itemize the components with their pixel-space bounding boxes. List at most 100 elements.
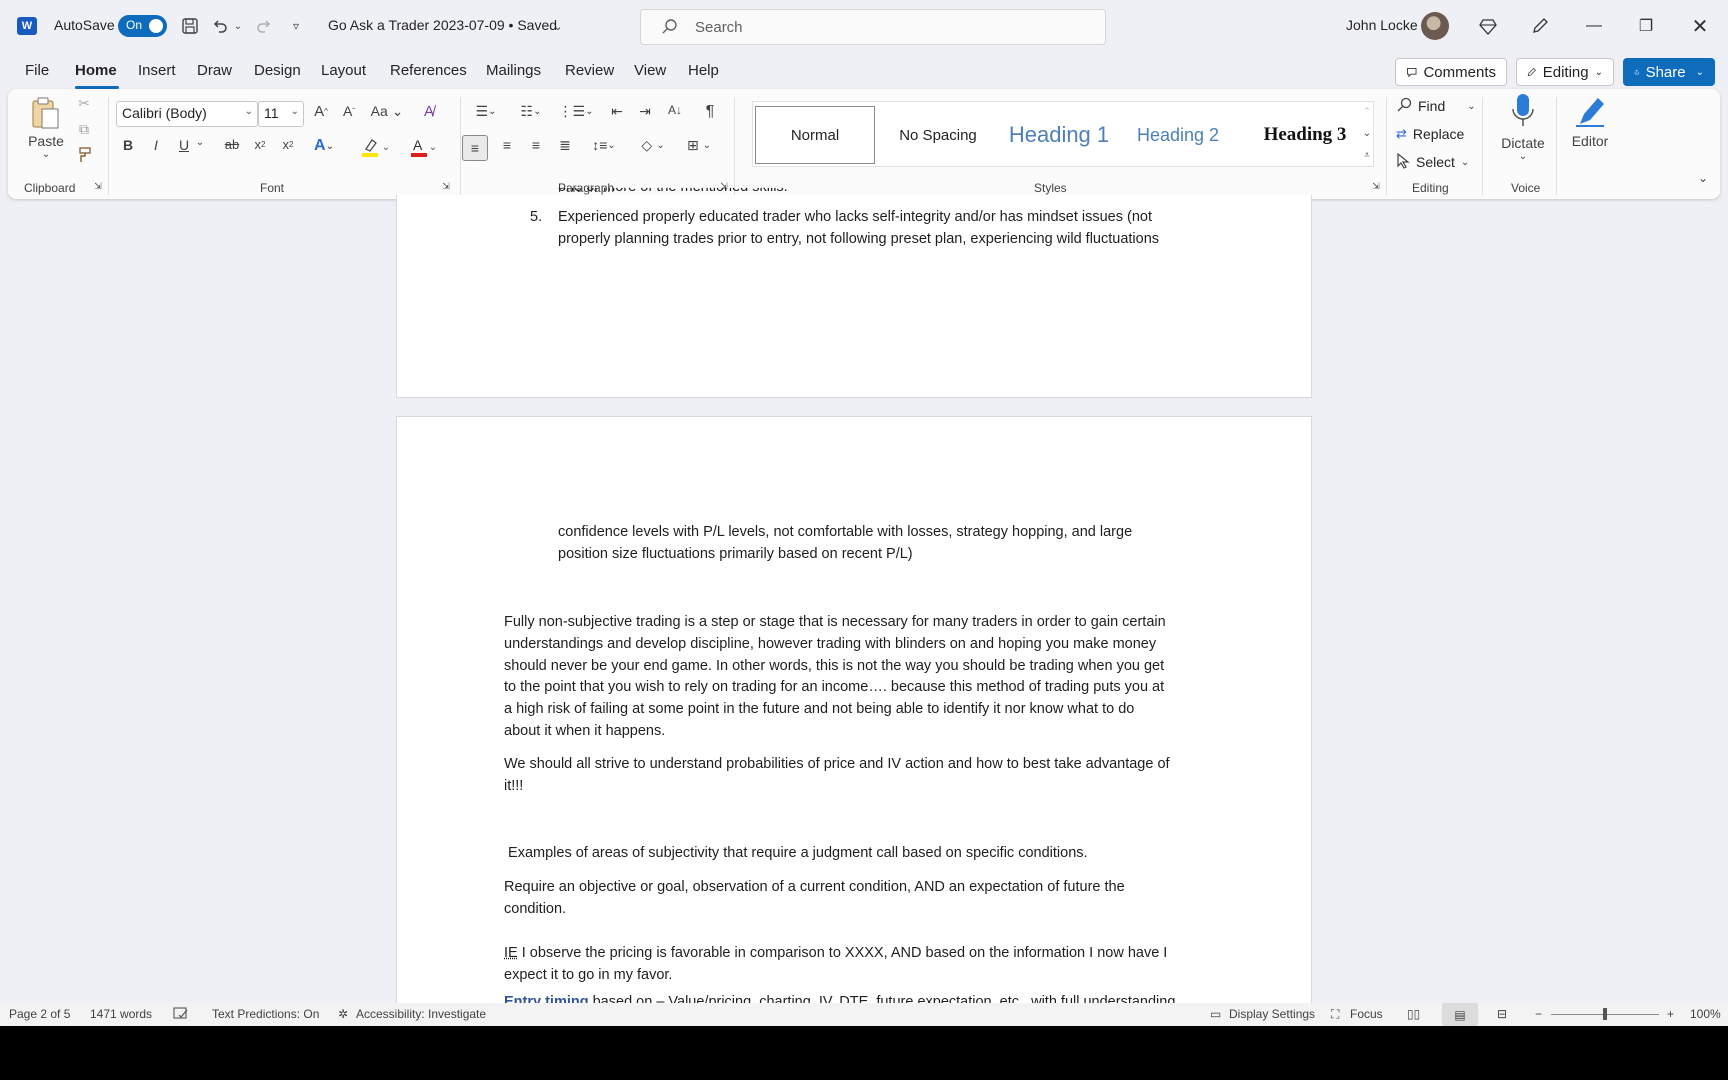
sort-icon[interactable]: A↓ xyxy=(664,103,686,117)
zoom-level[interactable]: 100% xyxy=(1690,1007,1721,1021)
tab-layout[interactable]: Layout xyxy=(321,62,366,79)
underline-icon[interactable]: U xyxy=(174,137,194,153)
underline-chevron-icon[interactable]: ⌄ xyxy=(194,137,206,148)
redo-icon[interactable] xyxy=(252,14,276,38)
save-icon[interactable] xyxy=(178,14,202,38)
continuation-line-2[interactable]: position size fluctuations primarily bas… xyxy=(558,544,913,566)
paste-chevron-icon[interactable]: ⌄ xyxy=(36,149,56,160)
dictate-label[interactable]: Dictate xyxy=(1494,135,1552,151)
tab-references[interactable]: References xyxy=(390,62,467,79)
microphone-icon[interactable] xyxy=(1494,93,1552,129)
grow-font-icon[interactable]: A ^ xyxy=(310,103,332,120)
paste-label[interactable]: Paste xyxy=(26,133,66,149)
clear-formatting-icon[interactable]: A̸ xyxy=(418,103,440,120)
undo-dropdown-icon[interactable]: ⌄ xyxy=(232,14,244,38)
document-title[interactable]: Go Ask a Trader 2023-07-09 • Saved xyxy=(328,17,557,33)
styles-scroll-down-icon[interactable]: ⌄ xyxy=(1360,123,1374,143)
undo-icon[interactable] xyxy=(208,14,232,38)
accessibility-status[interactable]: Accessibility: Investigate xyxy=(356,1007,486,1021)
increase-indent-icon[interactable]: ⇥ xyxy=(634,103,656,120)
shading-icon[interactable]: ◇ ⌄ xyxy=(634,137,672,154)
text-effects-icon[interactable]: A ⌄ xyxy=(310,137,338,155)
minimize-icon[interactable]: — xyxy=(1580,12,1608,40)
style-no-spacing[interactable]: No Spacing xyxy=(879,106,997,164)
multilevel-list-icon[interactable]: ⋮☰ ⌄ xyxy=(558,103,594,120)
cut-icon[interactable]: ✂ xyxy=(74,95,94,112)
display-settings-icon[interactable]: ▭ xyxy=(1210,1007,1221,1021)
editing-mode-button[interactable]: Editing ⌄ xyxy=(1516,58,1614,86)
tab-design[interactable]: Design xyxy=(254,62,301,79)
tab-file[interactable]: File xyxy=(25,62,49,79)
align-center-icon[interactable]: ≡ xyxy=(496,137,518,153)
list-item-line-2[interactable]: properly planning trades prior to entry,… xyxy=(558,229,1159,251)
styles-launcher-icon[interactable]: ⇲ xyxy=(1370,181,1382,192)
proofing-icon[interactable] xyxy=(173,1007,189,1024)
continuation-line-1[interactable]: confidence levels with P/L levels, not c… xyxy=(558,522,1132,544)
focus-icon[interactable]: ⛶ xyxy=(1331,1007,1339,1022)
font-size-dropdown[interactable]: 11 ⌄ xyxy=(258,101,304,127)
change-case-icon[interactable]: Aa ⌄ xyxy=(370,103,404,120)
format-painter-icon[interactable] xyxy=(74,147,94,163)
highlight-color-icon[interactable]: ⌄ xyxy=(358,137,392,157)
style-normal[interactable]: Normal xyxy=(755,106,875,164)
read-mode-icon[interactable]: ▯▯ xyxy=(1407,1007,1420,1021)
zoom-slider-thumb[interactable] xyxy=(1603,1008,1607,1020)
close-icon[interactable]: ✕ xyxy=(1686,12,1714,40)
share-button[interactable]: Share ⌄ xyxy=(1623,58,1715,86)
print-layout-icon[interactable]: ▤ xyxy=(1442,1003,1478,1026)
replace-button[interactable]: ⇄ Replace xyxy=(1396,123,1464,145)
tab-review[interactable]: Review xyxy=(565,62,614,79)
comments-button[interactable]: Comments xyxy=(1395,58,1507,86)
autosave-toggle[interactable]: On xyxy=(118,15,167,37)
tab-view[interactable]: View xyxy=(634,62,666,79)
customize-toolbar-icon[interactable]: ▿ xyxy=(284,14,308,38)
zoom-out-icon[interactable]: − xyxy=(1535,1007,1542,1021)
web-layout-icon[interactable]: ⊟ xyxy=(1497,1007,1507,1021)
title-chevron-icon[interactable]: ⌄ xyxy=(546,14,570,38)
editor-icon[interactable] xyxy=(1564,93,1616,131)
search-input[interactable]: Search xyxy=(640,9,1106,45)
justify-icon[interactable]: ≣ xyxy=(554,137,576,154)
paragraph-non-subjective[interactable]: Fully non-subjective trading is a step o… xyxy=(504,612,1166,743)
tab-home[interactable]: Home xyxy=(75,62,117,79)
clipboard-launcher-icon[interactable]: ⇲ xyxy=(92,181,104,192)
shrink-font-icon[interactable]: Aˇ xyxy=(338,103,360,119)
accessibility-icon[interactable]: ✲ xyxy=(338,1007,348,1021)
bullets-icon[interactable]: ☰ ⌄ xyxy=(468,103,504,120)
show-formatting-icon[interactable]: ¶ xyxy=(700,103,720,121)
styles-more-icon[interactable]: ⩡ xyxy=(1360,145,1374,165)
style-heading-3[interactable]: Heading 3 xyxy=(1237,106,1373,164)
page-indicator[interactable]: Page 2 of 5 xyxy=(9,1007,70,1021)
text-predictions-status[interactable]: Text Predictions: On xyxy=(212,1007,319,1021)
styles-scroll-up-icon[interactable]: ⌃ xyxy=(1360,101,1374,121)
tab-draw[interactable]: Draw xyxy=(197,62,232,79)
line-spacing-icon[interactable]: ↕≡ ⌄ xyxy=(586,137,622,153)
font-launcher-icon[interactable]: ⇲ xyxy=(440,181,452,192)
paste-icon[interactable] xyxy=(28,95,62,131)
font-name-dropdown[interactable]: Calibri (Body) ⌄ xyxy=(116,101,258,127)
paragraph-examples[interactable]: Examples of areas of subjectivity that r… xyxy=(504,843,1088,865)
superscript-icon[interactable]: x2 xyxy=(278,137,298,152)
zoom-in-icon[interactable]: + xyxy=(1667,1007,1674,1021)
tab-help[interactable]: Help xyxy=(688,62,719,79)
paragraph-probabilities[interactable]: We should all strive to understand proba… xyxy=(504,754,1170,798)
restore-icon[interactable]: ❐ xyxy=(1632,12,1660,40)
style-heading-2[interactable]: Heading 2 xyxy=(1123,106,1233,164)
align-left-icon[interactable]: ≡ xyxy=(462,135,488,161)
subscript-icon[interactable]: x2 xyxy=(250,137,270,152)
list-item-line-1[interactable]: Experienced properly educated trader who… xyxy=(558,207,1152,229)
editor-label[interactable]: Editor xyxy=(1564,133,1616,149)
find-button[interactable]: Find ⌄ xyxy=(1396,95,1476,117)
bold-icon[interactable]: B xyxy=(118,137,138,153)
dictate-chevron-icon[interactable]: ⌄ xyxy=(1514,151,1532,162)
user-name[interactable]: John Locke xyxy=(1346,17,1418,33)
pen-icon[interactable] xyxy=(1526,12,1554,40)
decrease-indent-icon[interactable]: ⇤ xyxy=(606,103,628,120)
tab-mailings[interactable]: Mailings xyxy=(486,62,541,79)
avatar[interactable] xyxy=(1421,12,1449,40)
strikethrough-icon[interactable]: ab xyxy=(222,137,242,152)
font-color-icon[interactable]: A ⌄ xyxy=(406,137,440,157)
paragraph-ie[interactable]: IE I observe the pricing is favorable in… xyxy=(504,943,1167,987)
collapse-ribbon-icon[interactable]: ⌄ xyxy=(1694,171,1712,185)
align-right-icon[interactable]: ≡ xyxy=(525,137,547,153)
